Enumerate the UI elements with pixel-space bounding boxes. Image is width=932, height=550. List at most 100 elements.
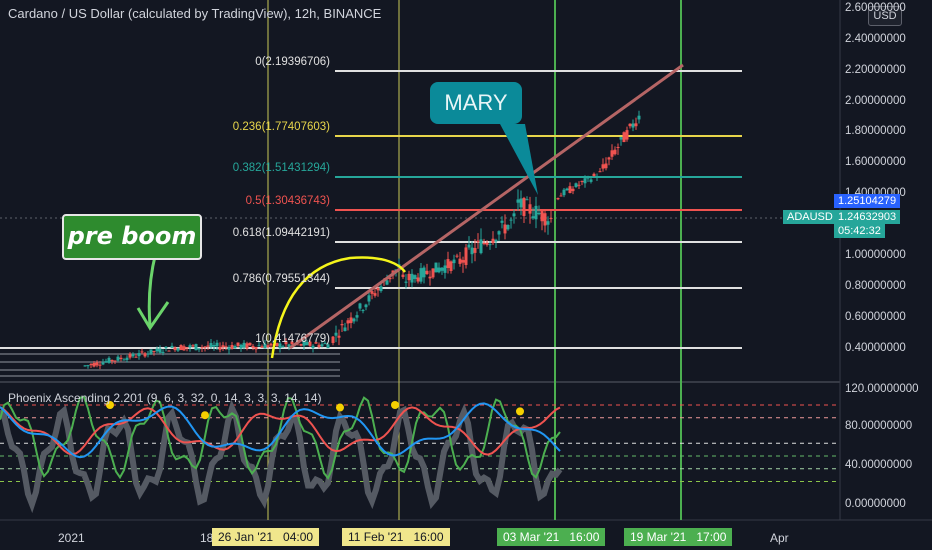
fib-level-label: 0.786(0.79551344) [232,273,330,285]
candle-body [428,276,432,279]
candle-body [401,274,405,277]
candle-body [464,247,468,265]
candle-body [506,224,510,230]
candle-body [149,349,153,354]
time-marker-feb11[interactable]: 11 Feb '21 16:00 [342,528,450,546]
candle-body [598,171,602,173]
candle-body [613,149,617,155]
candle-body [379,286,383,292]
candle-body [340,324,344,326]
date-label: 19 Mar '21 [630,530,687,544]
candle-body [470,247,474,255]
indicator-signal-dot [391,401,399,409]
candle-body [559,195,563,197]
candle-body [422,267,426,278]
candle-body [346,320,350,324]
candle-body [571,188,575,192]
candle-body [209,343,213,347]
candle-body [236,342,240,346]
candle-body [131,353,135,357]
candle-body [485,242,489,245]
indicator-axis-label: 0.00000000 [845,498,906,510]
candle-body [482,243,486,245]
candle-body [556,197,560,200]
candle-body [110,359,114,362]
candle-body [334,332,338,336]
candle-body [227,347,231,350]
candle-body [410,273,414,283]
chart-area[interactable]: Cardano / US Dollar (calculated by Tradi… [0,0,932,550]
candle-body [491,238,495,244]
candle-body [543,213,547,226]
candle-body [404,281,408,283]
fib-level-label: 0.236(1.77407603) [232,121,330,133]
candle-body [595,176,599,178]
pre-boom-arrow-head [136,301,170,331]
time-marker-jan26[interactable]: 26 Jan '21 04:00 [212,528,320,546]
candle-body [176,348,180,351]
price-axis-label: 2.00000000 [845,95,906,107]
candle-body [311,345,315,349]
price-tag: 1.25104279 [834,194,901,208]
last-price-tag: 1.24632903 [834,210,901,224]
date-label: 26 Jan '21 [218,530,274,544]
candle-body [343,327,347,332]
candle-body [385,280,389,285]
candle-body [413,275,417,280]
candle-body [455,255,459,257]
candle-body [352,318,356,322]
candle-body [197,348,201,350]
candle-body [467,244,471,248]
candle-body [188,345,192,348]
time-marker-mar03[interactable]: 03 Mar '21 16:00 [497,528,606,546]
time-label: 16:00 [569,530,600,544]
candle-body [104,361,108,363]
candle-body [607,157,611,160]
candle-body [449,261,453,271]
candle-body [512,213,516,217]
candle-body [191,345,195,347]
candle-body [407,273,411,281]
candle-body [206,345,210,347]
candle-body [122,359,126,361]
price-axis-label: 1.00000000 [845,249,906,261]
price-axis-label: 1.60000000 [845,156,906,168]
candle-body [158,348,162,353]
candle-body [589,179,593,182]
candle-body [503,224,507,234]
candle-body [628,123,632,127]
candle-body [537,212,541,215]
candle-body [167,350,171,352]
candle-body [152,351,156,353]
price-axis-label: 2.20000000 [845,64,906,76]
candle-body [143,353,147,357]
fib-level-label: 1(0.41476779) [255,333,330,345]
candle-body [128,353,132,358]
price-axis-label: 2.40000000 [845,33,906,45]
time-label: 04:00 [283,530,314,544]
indicator-axis-label: 120.00000000 [845,383,919,395]
time-label-apr: Apr [770,531,789,545]
candle-body [137,353,141,357]
candle-body [358,303,362,309]
indicator-signal-dot [201,411,209,420]
candle-body [212,345,216,347]
date-label: 11 Feb '21 [348,530,404,544]
candle-body [113,360,117,362]
candle-body [367,295,371,302]
candle-body [443,265,447,273]
time-marker-mar19[interactable]: 19 Mar '21 17:00 [624,528,733,546]
candle-body [317,344,321,348]
price-axis-label: 1.80000000 [845,125,906,137]
mary-callout[interactable]: MARY [430,82,522,124]
candle-body [580,180,584,182]
candle-body [473,247,477,253]
candle-body [461,260,465,263]
candle-body [637,115,641,120]
candle-body [577,184,581,186]
candle-body [146,353,150,355]
candle-body [200,347,204,349]
pre-boom-callout[interactable]: pre boom [62,214,202,260]
time-label: 16:00 [413,530,444,544]
candle-body [260,346,264,348]
